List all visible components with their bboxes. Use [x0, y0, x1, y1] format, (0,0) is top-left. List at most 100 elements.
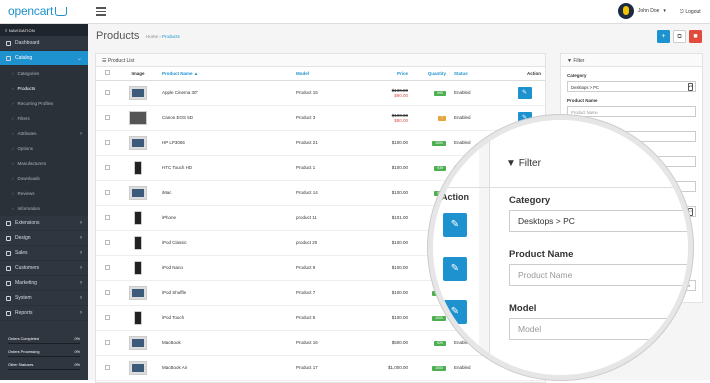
chevron-right-icon: ›: [80, 265, 82, 271]
product-name: Apple Cinema 30": [158, 80, 292, 106]
plus-icon: +: [661, 33, 666, 40]
caret-down-icon: ▾: [663, 8, 666, 14]
row-checkbox[interactable]: [104, 89, 110, 95]
zoom-action-header: Action: [441, 192, 469, 202]
sidebar-subitem-manufacturers[interactable]: › Manufacturers: [0, 156, 88, 171]
product-thumbnail: [129, 285, 147, 300]
product-name: HTC Touch HD: [158, 155, 292, 181]
zoom-product-name-input[interactable]: Product Name: [509, 264, 688, 286]
sidebar-subitem-recurring-profiles[interactable]: › Recurring Profiles: [0, 96, 88, 111]
row-checkbox[interactable]: [104, 189, 110, 195]
product-thumbnail: [129, 360, 147, 375]
row-checkbox[interactable]: [104, 164, 110, 170]
sidebar-item-marketing[interactable]: Marketing ›: [0, 276, 88, 291]
row-checkbox[interactable]: [104, 139, 110, 145]
chevron-right-icon: ›: [80, 310, 82, 316]
product-model: Product 7: [292, 280, 372, 306]
product-thumbnail: [134, 210, 142, 225]
zoom-model-input[interactable]: Model: [509, 318, 688, 340]
price: $100.00: [391, 190, 408, 195]
product-name-input[interactable]: Product Name: [567, 106, 696, 117]
price: $100.00: [391, 140, 408, 145]
copy-icon: ⧉: [677, 34, 682, 40]
chevron-down-icon: ⌄: [76, 56, 82, 62]
col-name[interactable]: Product Name ▲: [158, 67, 292, 81]
sidebar-item-catalog[interactable]: Catalog ⌄: [0, 51, 88, 66]
product-name: iMac: [158, 180, 292, 206]
row-checkbox[interactable]: [104, 239, 110, 245]
sidebar-subitem-reviews[interactable]: › Reviews: [0, 186, 88, 201]
sidebar-subitem-attributes[interactable]: › Attributes ›: [0, 126, 88, 141]
breadcrumb-home[interactable]: Home: [146, 34, 158, 39]
product-model: Product 5: [292, 305, 372, 331]
filter-icon: ▼: [506, 158, 519, 169]
gear-icon: [6, 295, 11, 301]
product-name: iPod Shuffle: [158, 280, 292, 306]
product-thumbnail: [129, 110, 147, 125]
product-name: MacBook: [158, 330, 292, 356]
row-checkbox[interactable]: [104, 264, 110, 270]
quantity-badge: 990: [434, 90, 446, 96]
product-name: MacBook Air: [158, 355, 292, 381]
bar-chart-icon: [6, 310, 11, 316]
zoom-model-label: Model: [509, 303, 537, 314]
sidebar-item-sales[interactable]: Sales ›: [0, 246, 88, 261]
sidebar-subitem-filters[interactable]: › Filters: [0, 111, 88, 126]
opencart-logo[interactable]: opencart: [8, 4, 68, 18]
sidebar-item-system[interactable]: System ›: [0, 291, 88, 306]
price: $100.00: [391, 240, 408, 245]
row-checkbox[interactable]: [104, 114, 110, 120]
sidebar-item-extensions[interactable]: Extensions ›: [0, 216, 88, 231]
col-price[interactable]: Price: [372, 67, 412, 81]
category-label: Category: [567, 73, 587, 78]
product-name: iPhone: [158, 205, 292, 231]
select-all-checkbox[interactable]: [104, 70, 110, 76]
user-menu[interactable]: John Doe ▾: [618, 3, 666, 19]
zoom-category-select[interactable]: Desktops > PC: [509, 210, 688, 232]
zoom-magnifier: ▼ Filter Action ✎ ✎ ✎ Category Desktops …: [428, 115, 693, 380]
sidebar-subitem-products[interactable]: › Products: [0, 81, 88, 96]
row-checkbox[interactable]: [104, 314, 110, 320]
zoom-category-label: Category: [509, 195, 551, 206]
col-quantity[interactable]: Quantity: [412, 67, 450, 81]
row-checkbox[interactable]: [104, 289, 110, 295]
product-model: Product 21: [292, 130, 372, 156]
delete-button[interactable]: ■: [689, 30, 702, 43]
top-bar: opencart John Doe ▾ ⎋ Logout: [0, 0, 710, 24]
tag-icon: [6, 55, 11, 61]
share-icon: [6, 280, 11, 286]
zoom-edit-button[interactable]: ✎: [443, 300, 467, 324]
sidebar: ≡ NAVIGATION Dashboard Catalog ⌄ › Categor…: [0, 24, 88, 380]
sidebar-subitem-options[interactable]: › Options: [0, 141, 88, 156]
zoom-edit-button[interactable]: ✎: [443, 213, 467, 237]
sidebar-subitem-categories[interactable]: › Categories: [0, 66, 88, 81]
logout-link[interactable]: ⎋ Logout: [680, 9, 701, 15]
col-status[interactable]: Status: [450, 67, 504, 81]
category-select[interactable]: Desktops > PC ▴▾: [567, 81, 696, 92]
sidebar-item-design[interactable]: Design ›: [0, 231, 88, 246]
row-checkbox[interactable]: [104, 214, 110, 220]
product-model: Product 1: [292, 155, 372, 181]
row-checkbox[interactable]: [104, 339, 110, 345]
price: $101.00: [391, 215, 408, 220]
product-model: Product 9: [292, 255, 372, 281]
table-row: Apple Cinema 30" Product 15 $100.00 $90.00 9…: [96, 80, 545, 106]
chevron-right-icon: ›: [80, 130, 82, 137]
sidebar-item-reports[interactable]: Reports ›: [0, 306, 88, 321]
zoom-edit-button[interactable]: ✎: [443, 257, 467, 281]
edit-button[interactable]: ✎: [517, 86, 532, 99]
product-name: iPod Nano: [158, 255, 292, 281]
product-list-heading: ☰ Product List: [96, 54, 545, 67]
breadcrumb-current[interactable]: Products: [162, 34, 180, 39]
sidebar-subitem-downloads[interactable]: › Downloads: [0, 171, 88, 186]
menu-toggle-icon[interactable]: [96, 7, 106, 16]
sidebar-item-dashboard[interactable]: Dashboard: [0, 36, 88, 51]
col-model[interactable]: Model: [292, 67, 372, 81]
row-checkbox[interactable]: [104, 364, 110, 370]
product-name: Canon EOS 5D: [158, 105, 292, 131]
add-button[interactable]: +: [657, 30, 670, 43]
product-name-label: Product Name: [567, 98, 598, 103]
sidebar-subitem-information[interactable]: › Information: [0, 201, 88, 216]
sidebar-item-customers[interactable]: Customers ›: [0, 261, 88, 276]
copy-button[interactable]: ⧉: [673, 30, 686, 43]
